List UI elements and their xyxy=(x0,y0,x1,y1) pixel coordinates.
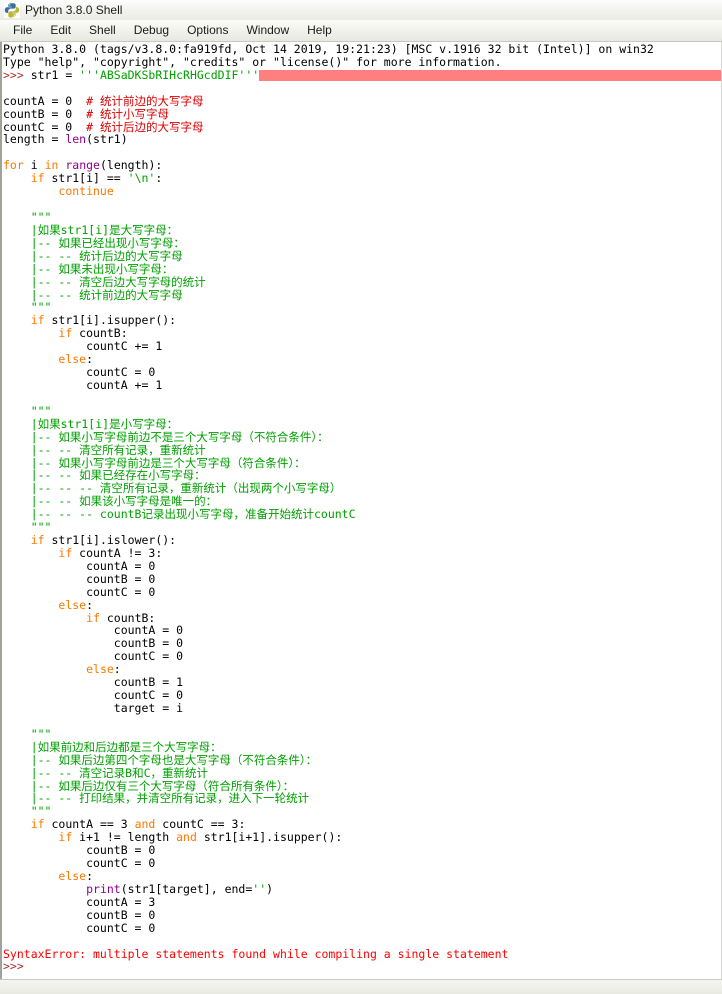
code-line: countC = 0 xyxy=(3,584,156,599)
title-bar: Python 3.8.0 Shell xyxy=(0,0,722,20)
status-bar xyxy=(0,979,722,994)
code-line: countB = 0 xyxy=(3,907,156,922)
menu-edit[interactable]: Edit xyxy=(41,21,80,40)
prompt-line: >>> xyxy=(3,959,24,974)
code-line: continue xyxy=(58,184,114,199)
code-line: target = i xyxy=(3,701,184,716)
code-line: countC = 0 xyxy=(3,856,156,871)
menu-debug[interactable]: Debug xyxy=(125,21,178,40)
menu-window[interactable]: Window xyxy=(237,21,298,40)
code-line: countA += 1 xyxy=(3,377,163,392)
code-line: countB = 0 xyxy=(3,571,156,586)
error-highlight-band xyxy=(259,69,721,81)
code-line: countC += 1 xyxy=(3,339,163,354)
window-title: Python 3.8.0 Shell xyxy=(25,3,123,17)
code-line: if str1[i].islower(): xyxy=(30,533,177,548)
code-line: print(str1[target], end='') xyxy=(86,881,274,896)
menu-file[interactable]: File xyxy=(4,21,41,40)
idle-shell-window: Python 3.8.0 Shell File Edit Shell Debug… xyxy=(0,0,722,994)
input-line: >>> str1 = '''ABSaDKSbRIHcRHGcdDIF''' xyxy=(3,68,721,82)
error-line: SyntaxError: multiple statements found w… xyxy=(3,946,509,961)
code-line: else: xyxy=(58,597,94,612)
shell-text-area[interactable]: Python 3.8.0 (tags/v3.8.0:fa919fd, Oct 1… xyxy=(0,42,722,979)
menu-options[interactable]: Options xyxy=(178,21,237,40)
docstring-line: |-- -- -- countB记录出现小写字母，准备开始统计countC xyxy=(3,507,356,522)
menu-shell[interactable]: Shell xyxy=(80,21,125,40)
docstring-line: |-- -- 统计前边的大写字母 xyxy=(3,287,183,302)
menu-help[interactable]: Help xyxy=(298,21,341,40)
menu-bar: File Edit Shell Debug Options Window Hel… xyxy=(0,20,722,42)
code-line: countC = 0 xyxy=(3,920,156,935)
python-logo-icon xyxy=(4,2,20,18)
code-line: if countA != 3: xyxy=(58,545,163,560)
code-line: countA = 0 xyxy=(3,558,156,573)
code-line: countA = 3 xyxy=(3,894,156,909)
code-line: length = len(str1) xyxy=(3,132,128,147)
shell-content[interactable]: Python 3.8.0 (tags/v3.8.0:fa919fd, Oct 1… xyxy=(2,42,721,979)
docstring-line: |-- -- 打印结果，并清空所有记录，进入下一轮统计 xyxy=(3,791,310,806)
